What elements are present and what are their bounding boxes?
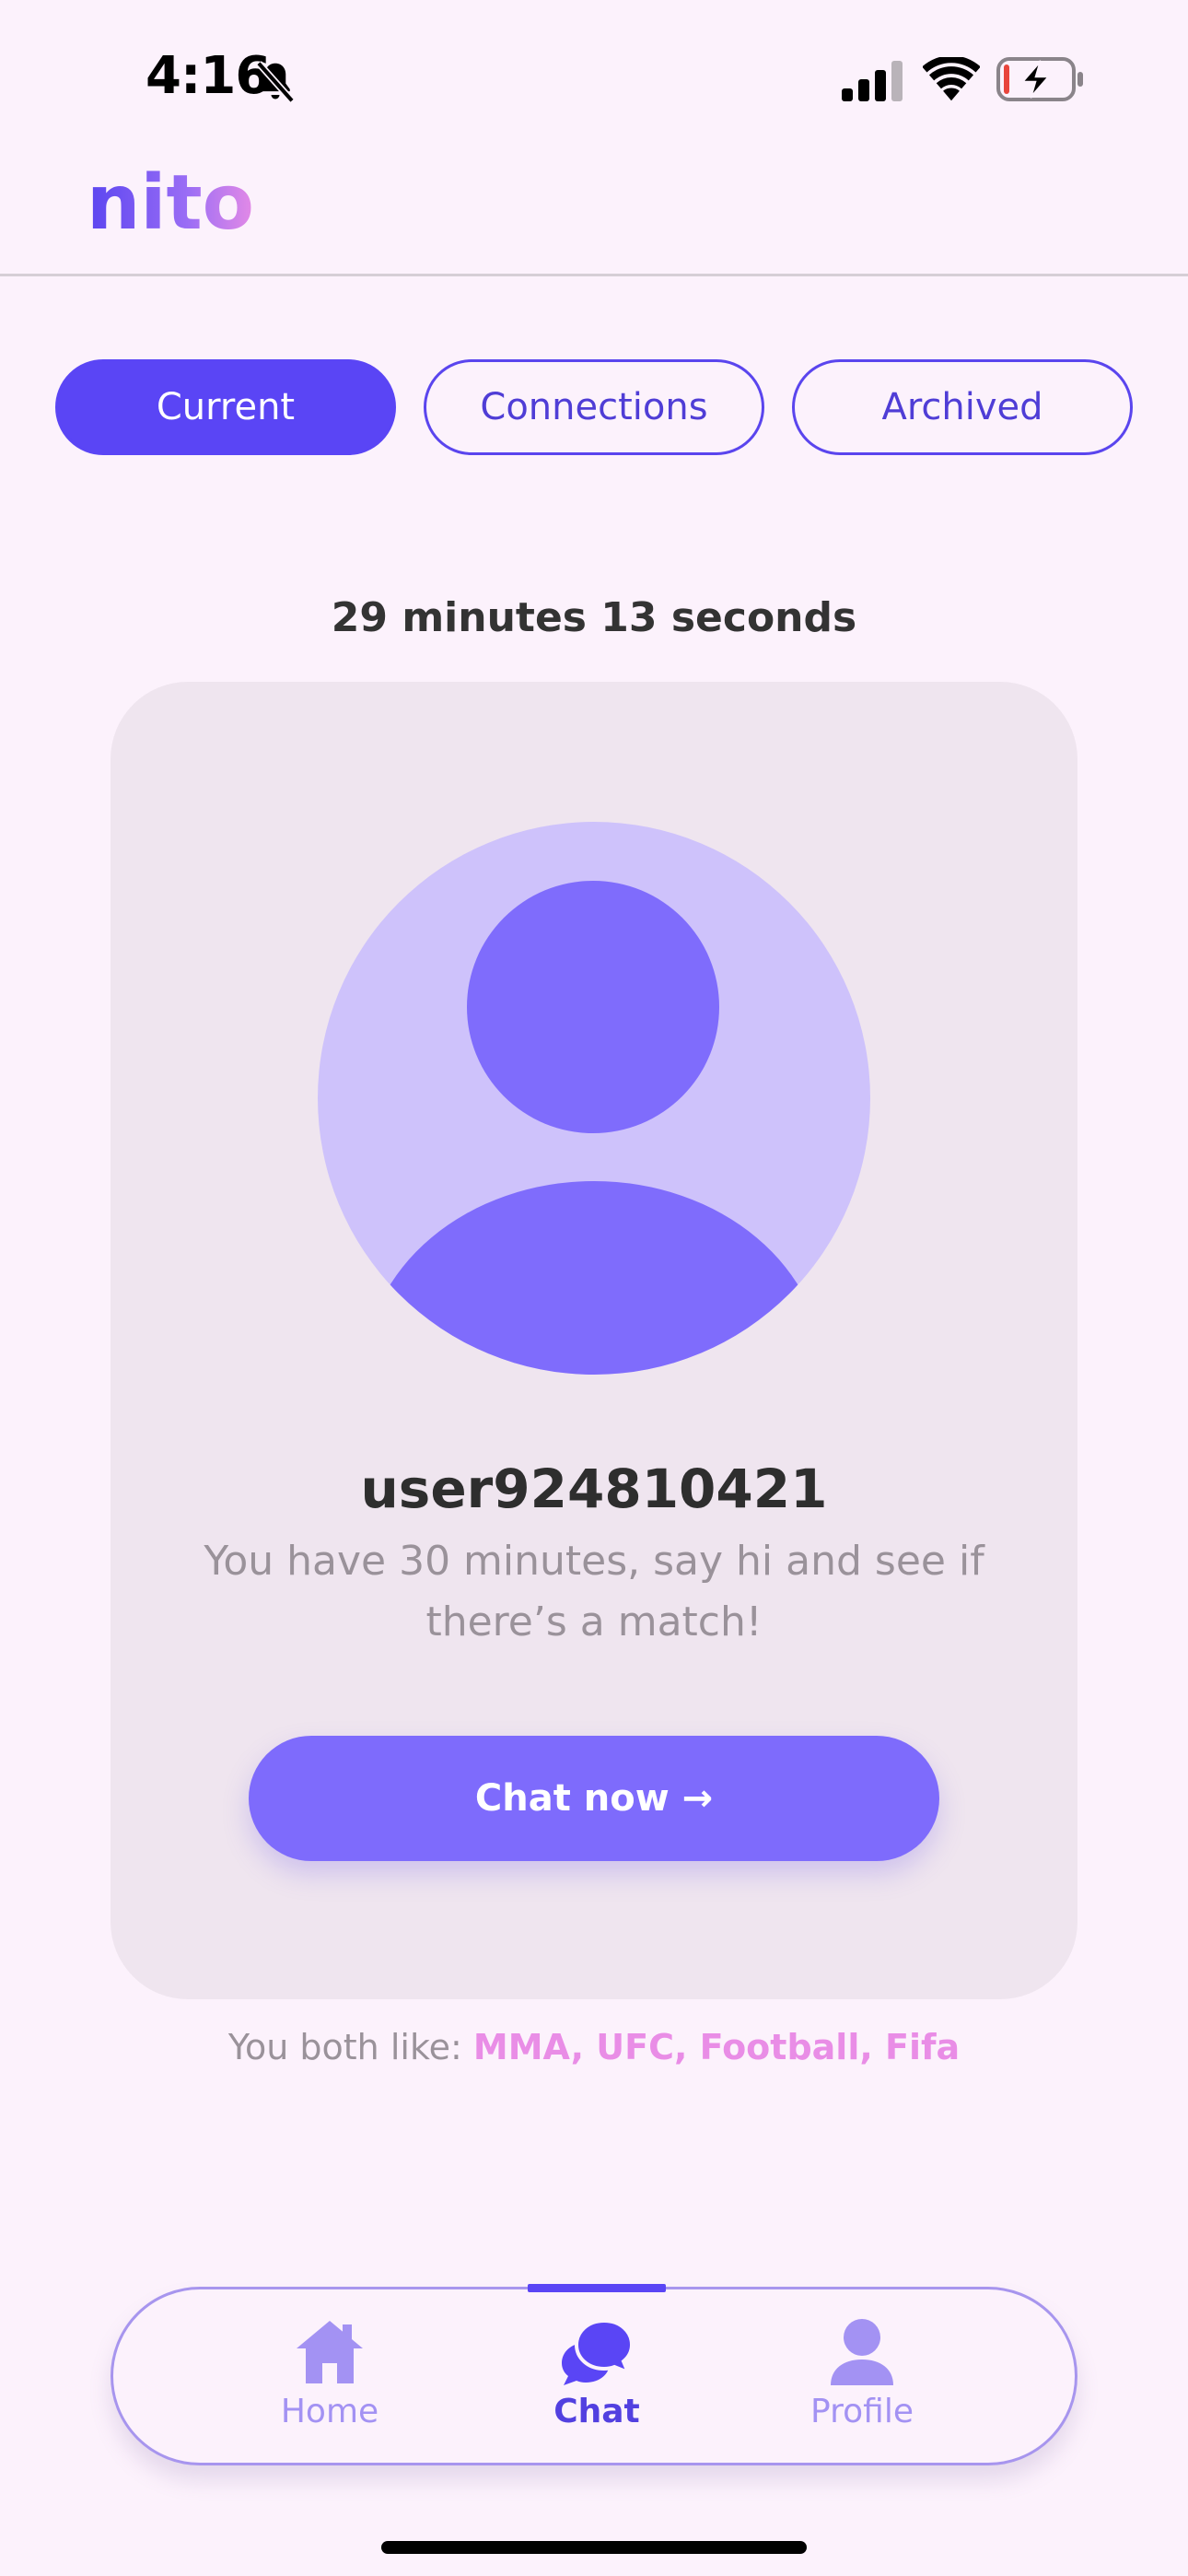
nito-logo: nito	[87, 159, 252, 247]
shared-interests: You both like: MMA, UFC, Football, Fifa	[0, 2027, 1188, 2067]
bottom-nav: Home Chat Profile	[111, 2284, 1077, 2465]
person-icon	[831, 2319, 893, 2385]
battery-charging-icon	[996, 57, 1083, 101]
home-indicator	[381, 2541, 807, 2554]
status-bar: 4:16	[0, 0, 1188, 157]
tab-archived[interactable]: Archived	[792, 359, 1133, 455]
app-header: nito	[0, 157, 1188, 276]
shared-interests-prefix: You both like:	[227, 2027, 473, 2067]
nav-item-profile[interactable]: Profile	[770, 2317, 954, 2446]
chat-now-button[interactable]: Chat now →	[249, 1736, 939, 1861]
svg-text:nito: nito	[87, 159, 252, 247]
cellular-signal-icon	[842, 61, 903, 101]
avatar-head-shape	[467, 881, 719, 1133]
bell-slash-icon	[256, 61, 295, 103]
nav-label-chat: Chat	[553, 2393, 640, 2430]
avatar	[318, 822, 870, 1375]
shared-interests-list: MMA, UFC, Football, Fifa	[472, 2027, 961, 2067]
nav-item-chat[interactable]: Chat	[505, 2317, 689, 2446]
match-username: user924810421	[360, 1458, 828, 1520]
tab-connections[interactable]: Connections	[424, 359, 764, 455]
match-hint-text: You have 30 minutes, say hi and see if t…	[204, 1538, 984, 1645]
nav-item-home[interactable]: Home	[238, 2317, 422, 2446]
home-icon	[297, 2321, 363, 2383]
avatar-body-shape	[364, 1181, 824, 1375]
tab-current[interactable]: Current	[55, 359, 396, 455]
wifi-icon	[923, 57, 980, 101]
active-tab-indicator	[528, 2284, 666, 2292]
chat-tabs: Current Connections Archived	[55, 359, 1133, 455]
countdown-timer: 29 minutes 13 seconds	[331, 594, 857, 641]
chat-bubbles-icon	[562, 2318, 634, 2385]
match-card: user924810421 You have 30 minutes, say h…	[111, 682, 1077, 1999]
nav-label-home: Home	[280, 2393, 379, 2430]
nav-label-profile: Profile	[810, 2393, 914, 2430]
